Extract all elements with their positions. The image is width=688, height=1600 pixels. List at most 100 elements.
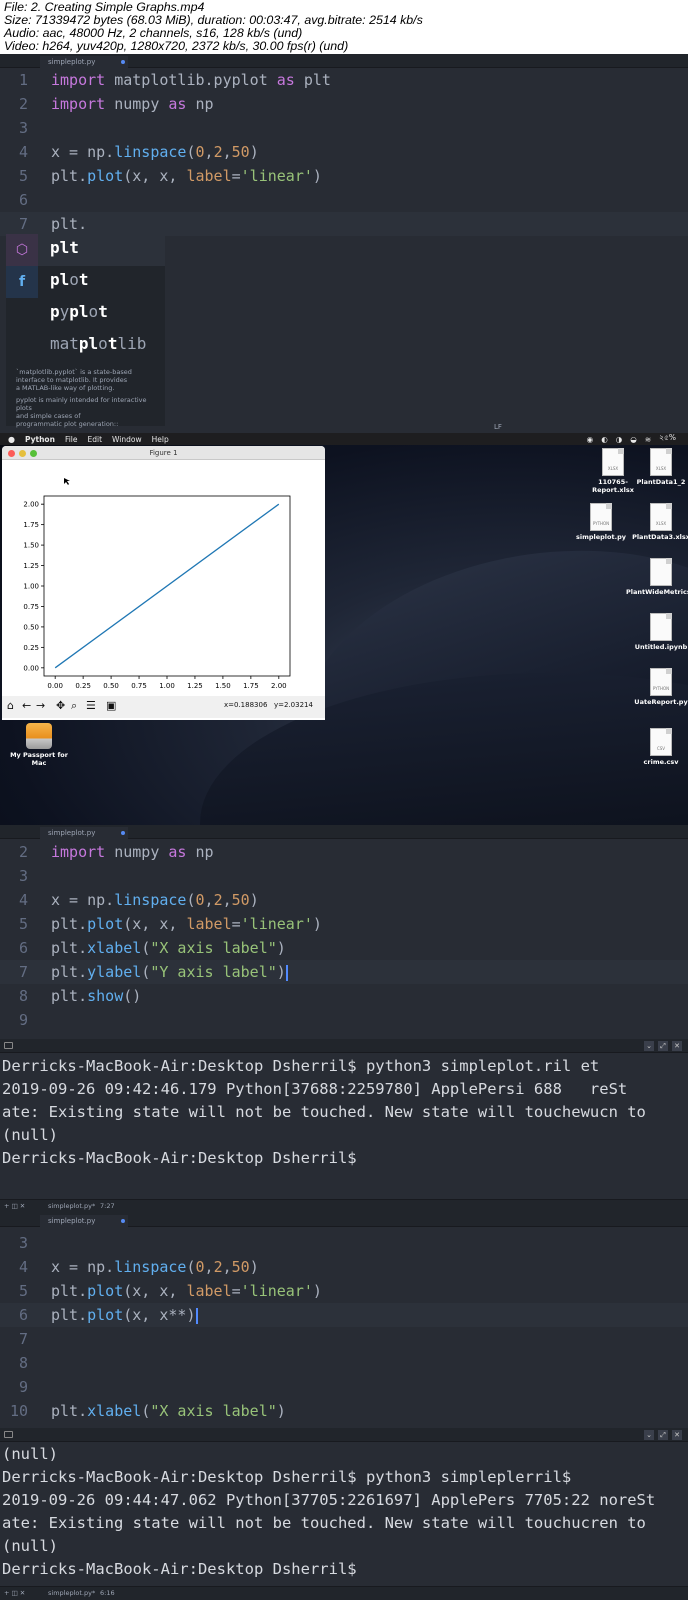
code-token: ) <box>249 143 259 161</box>
code-token: ) <box>276 939 286 957</box>
code-text: plt.xlabel("X axis label") <box>51 936 286 960</box>
apple-icon[interactable]: ● <box>8 435 15 444</box>
terminal-output[interactable]: (null) Derricks-MacBook-Air:Desktop Dsher… <box>0 1442 688 1581</box>
maximize-icon[interactable]: ⤢ <box>658 1430 668 1440</box>
file-tab[interactable]: simpleplot.py <box>40 827 128 839</box>
code-line[interactable]: 5 plt.plot(x, x, label='linear') <box>0 912 688 936</box>
code-token: plot <box>87 167 124 185</box>
code-lines[interactable]: 34x = np.linspace(0,2,50) 5 plt.plot(x, x,… <box>0 1227 688 1423</box>
status-position[interactable]: 7:27 <box>100 1200 115 1213</box>
code-line[interactable]: 3 <box>0 116 688 140</box>
chevron-down-icon[interactable]: ⌄ <box>644 1041 654 1051</box>
desktop-file-icon[interactable]: XLSX PlantData3.xlsx <box>626 503 688 541</box>
chevron-down-icon[interactable]: ⌄ <box>644 1430 654 1440</box>
status-position[interactable]: 6:16 <box>100 1587 115 1600</box>
code-token: plt. <box>51 939 88 957</box>
code-line[interactable]: 6 <box>0 188 688 212</box>
code-line[interactable]: 7 plt.ylabel("Y axis label") <box>0 960 688 984</box>
figure-titlebar[interactable]: Figure 1 <box>2 446 325 460</box>
close-icon[interactable]: ✕ <box>672 1430 682 1440</box>
code-line[interactable]: 4x = np.linspace(0,2,50) <box>0 888 688 912</box>
configure-icon[interactable]: ☰ <box>86 699 96 712</box>
code-line[interactable]: 8 <box>0 1351 688 1375</box>
maximize-icon[interactable]: ⤢ <box>658 1041 668 1051</box>
line-number: 4 <box>18 891 28 909</box>
status-file[interactable]: simpleplot.py* <box>48 1587 95 1600</box>
menu-app-name[interactable]: Python <box>25 435 55 444</box>
code-token: (x, x**) <box>123 1306 196 1324</box>
code-lines[interactable]: 2 import numpy as np 3 4 x = np.linspace(0,2… <box>0 839 688 1032</box>
terminal-line: (null) <box>2 1537 58 1555</box>
line-number: 10 <box>9 1402 28 1420</box>
document-icon: CSV <box>650 728 672 756</box>
code-token: as <box>168 843 187 861</box>
autocomplete-item[interactable]: ⬡ plt <box>6 234 165 266</box>
code-line[interactable]: 9 <box>0 1008 688 1032</box>
code-line[interactable]: 10 plt.xlabel("X axis label") <box>0 1399 688 1423</box>
terminal-add-icon[interactable]: + ◫ ✕ <box>4 1587 25 1600</box>
menu-edit[interactable]: Edit <box>88 435 103 444</box>
code-line[interactable]: 6 plt.plot(x, x**) <box>0 1303 688 1327</box>
drive-icon[interactable]: My Passport for Mac <box>4 723 74 767</box>
status-icon[interactable]: ◐ <box>601 435 608 444</box>
code-line[interactable]: 3 <box>0 1231 688 1255</box>
autocomplete-item[interactable]: matplotlib <box>6 330 165 362</box>
zoom-button[interactable] <box>30 450 37 457</box>
close-button[interactable] <box>8 450 15 457</box>
code-lines[interactable]: 1 import matplotlib.pyplot as plt 2 import … <box>0 68 688 236</box>
code-line[interactable]: 8 plt.show() <box>0 984 688 1008</box>
code-line[interactable]: 6 plt.xlabel("X axis label") <box>0 936 688 960</box>
forward-icon[interactable]: → <box>36 699 45 712</box>
terminal-add-icon[interactable]: + ◫ ✕ <box>4 1200 25 1213</box>
status-icon[interactable]: ◒ <box>630 435 637 444</box>
code-token: ( <box>141 1402 151 1420</box>
code-line[interactable]: 9 <box>0 1375 688 1399</box>
code-line[interactable]: 5 plt.plot(x, x, label='linear') <box>0 1279 688 1303</box>
zoom-icon[interactable]: ⌕ <box>71 699 77 713</box>
code-line[interactable]: 4x = np.linspace(0,2,50) <box>0 1255 688 1279</box>
code-line[interactable]: 7 plt. <box>0 212 688 236</box>
code-line[interactable]: 7 <box>0 1327 688 1351</box>
menu-file[interactable]: File <box>65 435 78 444</box>
status-file[interactable]: simpleplot.py* <box>48 1200 95 1213</box>
autocomplete-item[interactable]: f plot <box>6 266 165 298</box>
status-icon[interactable]: ◑ <box>616 435 623 444</box>
code-line[interactable]: 2 import numpy as np <box>0 92 688 116</box>
close-icon[interactable]: ✕ <box>672 1041 682 1051</box>
autocomplete-list[interactable]: ⬡ plt f plot pyplot matplotlib <box>6 234 165 362</box>
code-text: plt.ylabel("Y axis label") <box>51 960 288 984</box>
file-tab[interactable]: simpleplot.py <box>40 56 128 68</box>
desktop-file-icon[interactable]: PlantWideMetrics.ipynb <box>626 558 688 596</box>
status-lf[interactable]: LF <box>494 423 502 431</box>
code-line[interactable]: 4x = np.linspace(0,2,50) <box>0 140 688 164</box>
code-token: linspace <box>114 1258 187 1276</box>
minimize-button[interactable] <box>19 450 26 457</box>
terminal-output[interactable]: Derricks-MacBook-Air:Desktop Dsherril$ p… <box>0 1053 688 1170</box>
code-line[interactable]: 5 plt.plot(x, x, label='linear') <box>0 164 688 188</box>
y-tick-label: 2.00 <box>23 501 39 509</box>
pan-icon[interactable]: ✥ <box>56 699 65 712</box>
code-token: label <box>186 167 232 185</box>
status-bar-2: + ◫ ✕ simpleplot.py* 6:16 <box>0 1586 688 1600</box>
desktop-file-icon[interactable]: PYTHON UateReport.py <box>626 668 688 706</box>
desktop-file-icon[interactable]: XLSX PlantData1_2 <box>626 448 688 486</box>
back-icon[interactable]: ← <box>22 699 31 712</box>
desktop-file-icon[interactable]: CSV crime.csv <box>626 728 688 766</box>
autocomplete-item[interactable]: pyplot <box>6 298 165 330</box>
wifi-icon[interactable]: ≋ <box>645 435 651 444</box>
terminal-line: (null) <box>2 1445 58 1463</box>
menu-window[interactable]: Window <box>112 435 142 444</box>
status-icon[interactable]: ◉ <box>587 435 594 444</box>
home-icon[interactable]: ⌂ <box>7 699 14 712</box>
save-icon[interactable]: ▣ <box>106 699 116 712</box>
code-line[interactable]: 3 <box>0 864 688 888</box>
menu-help[interactable]: Help <box>152 435 169 444</box>
desktop-file-icon[interactable]: Untitled.ipynb <box>626 613 688 651</box>
file-tab[interactable]: simpleplot.py <box>40 1215 128 1227</box>
code-line[interactable]: 2 import numpy as np <box>0 840 688 864</box>
battery-status[interactable]: ২৫% <box>659 433 676 445</box>
line-chart[interactable]: 0.00 0.25 0.50 0.75 1.00 1.25 1.50 1.75 2.00 0.00… <box>2 460 325 696</box>
figure-window[interactable]: Figure 1 0.00 0.25 0.50 0.75 1.00 1.25 1.50 1.7… <box>2 446 325 720</box>
file-type-tag: PYTHON <box>652 686 670 691</box>
code-line[interactable]: 1 import matplotlib.pyplot as plt <box>0 68 688 92</box>
